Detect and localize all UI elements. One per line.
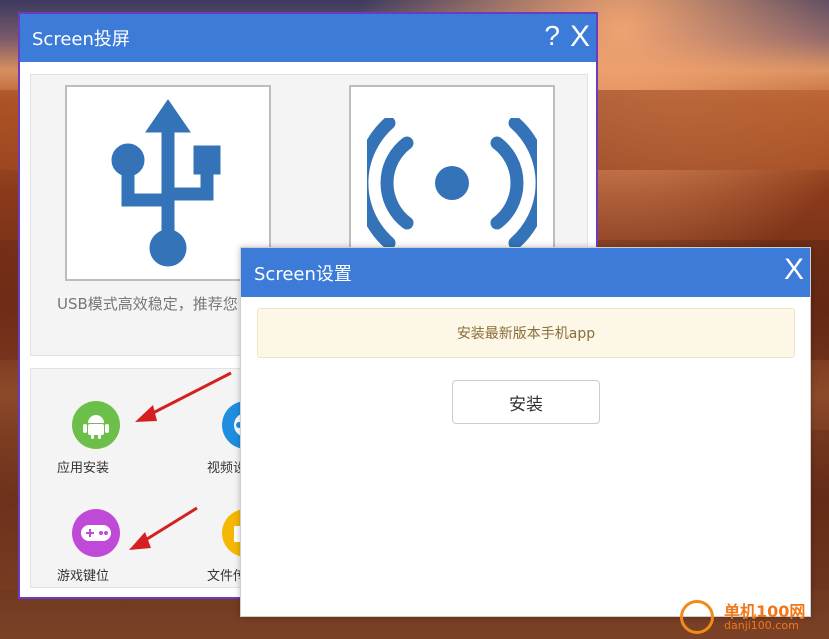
main-titlebar[interactable]: Screen投屏 ? X	[20, 14, 596, 62]
dialog-title: Screen设置	[254, 263, 352, 285]
wireless-icon	[367, 118, 537, 248]
tool-label: 应用安装	[57, 461, 110, 476]
watermark-logo-icon	[680, 600, 714, 634]
window-title: Screen投屏	[32, 29, 130, 50]
settings-dialog: Screen设置 X 安装最新版本手机app 安装	[240, 247, 811, 617]
install-button[interactable]: 安装	[452, 380, 600, 424]
watermark-url: danji100.com	[724, 619, 799, 632]
red-arrow-annotation	[129, 506, 198, 550]
usb-icon	[111, 99, 221, 267]
dialog-titlebar[interactable]: Screen设置 X	[241, 248, 810, 297]
update-notice: 安装最新版本手机app	[257, 308, 795, 358]
tool-label: 游戏键位	[57, 569, 110, 584]
help-button[interactable]: ?	[544, 20, 560, 52]
red-arrow-annotation	[135, 371, 232, 422]
android-icon	[72, 401, 120, 449]
gamepad-icon	[72, 509, 120, 557]
close-button[interactable]: X	[570, 20, 590, 54]
watermark: 单机100网 danji100.com	[680, 598, 825, 636]
usb-mode-description: USB模式高效稳定，推荐您	[57, 295, 238, 313]
dialog-close-button[interactable]: X	[784, 253, 804, 287]
